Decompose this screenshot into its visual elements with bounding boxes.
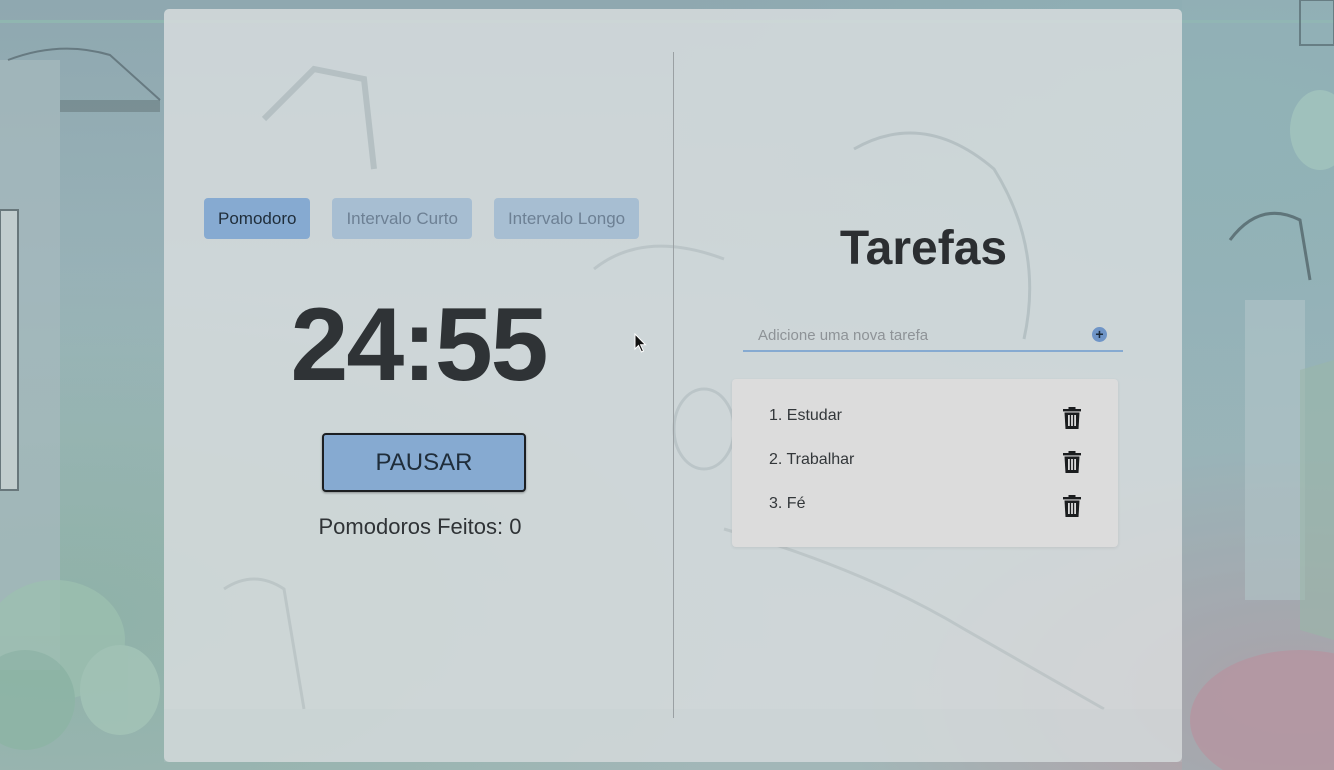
tasks-title: Tarefas [839, 222, 1008, 275]
task-label: 2. Trabalhar [769, 451, 855, 468]
new-task-field: + [743, 324, 1123, 352]
trash-icon[interactable] [1063, 495, 1081, 517]
plus-circle-icon[interactable]: + [1092, 327, 1107, 342]
completed-pomodoros-counter: Pomodoros Feitos: 0 [318, 514, 522, 539]
list-item: 3. Fé [769, 495, 1081, 521]
task-label: 3. Fé [769, 495, 806, 512]
trash-icon[interactable] [1063, 451, 1081, 473]
pause-button[interactable]: PAUSAR [322, 433, 526, 492]
trash-icon[interactable] [1063, 407, 1081, 429]
mouse-cursor-icon [634, 333, 647, 353]
panel-divider [673, 52, 674, 718]
timer-display: 24:55 [290, 287, 549, 403]
new-task-input[interactable] [743, 324, 1088, 346]
mode-selector: Pomodoro Intervalo Curto Intervalo Longo [204, 198, 640, 239]
mode-long-break-button[interactable]: Intervalo Longo [493, 198, 640, 239]
app-card: Pomodoro Intervalo Curto Intervalo Longo… [164, 9, 1182, 762]
mode-pomodoro-button[interactable]: Pomodoro [204, 198, 311, 239]
list-item: 2. Trabalhar [769, 451, 1081, 477]
task-list: 1. Estudar 2. Trabalhar 3. Fé [732, 379, 1118, 547]
task-label: 1. Estudar [769, 407, 842, 424]
list-item: 1. Estudar [769, 407, 1081, 433]
mode-short-break-button[interactable]: Intervalo Curto [332, 198, 472, 239]
